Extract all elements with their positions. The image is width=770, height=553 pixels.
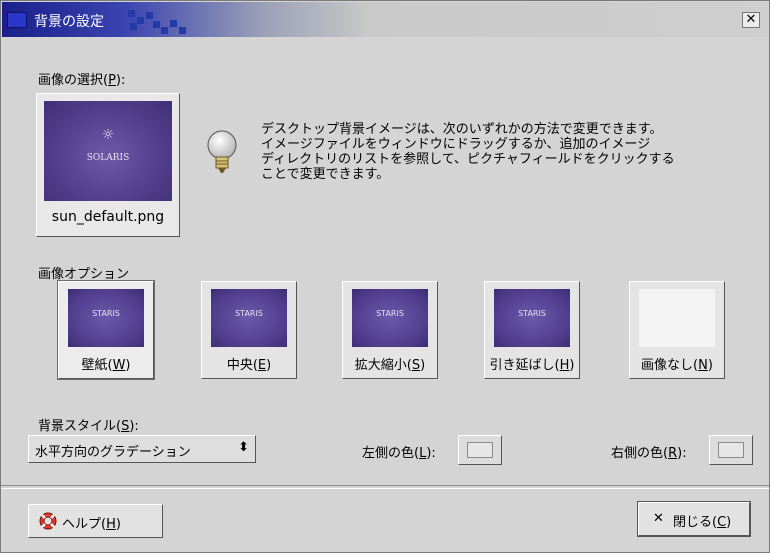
option-thumbnail: STARIS <box>211 289 287 347</box>
spinner-arrows-icon: ⬍ <box>238 440 249 455</box>
right-color-swatch <box>718 442 744 458</box>
lightbulb-icon <box>207 130 237 173</box>
thumb-text: STARIS <box>92 309 120 318</box>
background-style-value: 水平方向のグラデーション <box>35 445 191 460</box>
hint-line: ことで変更できます。 <box>261 167 390 182</box>
option-thumbnail: STARIS <box>68 289 144 347</box>
close-x-icon: ✕ <box>653 511 664 526</box>
hint-line: デスクトップ背景イメージは、次のいずれかの方法で変更できます。 <box>261 122 663 137</box>
option-label: 壁紙(W) <box>81 358 131 373</box>
option-center-button[interactable]: STARIS 中央(E) <box>201 281 297 379</box>
preview-filename: sun_default.png <box>51 209 165 225</box>
sun-logo-icon: ☼ <box>101 127 115 143</box>
background-settings-window: 背景の設定 ✕ 画像の選択(P): ☼ SOLARIS sun_default.… <box>0 0 770 553</box>
left-color-swatch <box>467 442 493 458</box>
background-style-select[interactable]: 水平方向のグラデーション ⬍ <box>28 435 256 463</box>
option-label: 引き延ばし(H) <box>489 358 575 373</box>
hint-text: デスクトップ背景イメージは、次のいずれかの方法で変更できます。 イメージファイル… <box>261 122 761 182</box>
preview-logo-text: SOLARIS <box>86 153 130 163</box>
background-style-label: 背景スタイル(S): <box>38 419 139 434</box>
hint-line: イメージファイルをウィンドウにドラッグするか、追加のイメージ <box>261 137 651 152</box>
option-label: 画像なし(N) <box>641 358 713 373</box>
thumb-text: STARIS <box>518 309 546 318</box>
title-bar[interactable]: 背景の設定 ✕ <box>2 2 768 37</box>
window-menu-icon[interactable] <box>7 12 27 28</box>
help-lifebuoy-icon <box>39 512 57 530</box>
picture-section-label: 画像の選択(P): <box>38 73 126 88</box>
close-button[interactable]: ✕ 閉じる(C) <box>637 501 751 537</box>
option-label: 拡大縮小(S) <box>354 358 426 373</box>
option-none-button[interactable]: 画像なし(N) <box>629 281 725 379</box>
picture-preview-button[interactable]: ☼ SOLARIS sun_default.png <box>36 93 180 237</box>
thumb-text: STARIS <box>376 309 404 318</box>
option-scale-button[interactable]: STARIS 拡大縮小(S) <box>342 281 438 379</box>
option-thumbnail: STARIS <box>494 289 570 347</box>
left-color-button[interactable] <box>458 435 502 465</box>
option-wallpaper-button[interactable]: STARIS 壁紙(W) <box>57 280 155 380</box>
preview-image: ☼ SOLARIS <box>44 101 172 201</box>
help-button[interactable]: ヘルプ(H) <box>28 504 163 538</box>
hint-line: ディレクトリのリストを参照して、ピクチャフィールドをクリックする <box>261 152 675 167</box>
close-button-label: 閉じる(C) <box>673 515 732 530</box>
left-color-label: 左側の色(L): <box>362 446 436 461</box>
titlebar-decoration <box>128 8 198 34</box>
window-title: 背景の設定 <box>34 14 104 30</box>
option-thumbnail <box>639 289 715 347</box>
separator <box>1 485 769 489</box>
option-stretch-button[interactable]: STARIS 引き延ばし(H) <box>484 281 580 379</box>
help-button-label: ヘルプ(H) <box>62 517 121 532</box>
thumb-text: STARIS <box>235 309 263 318</box>
option-label: 中央(E) <box>226 358 272 373</box>
close-window-icon[interactable]: ✕ <box>742 12 760 28</box>
option-thumbnail: STARIS <box>352 289 428 347</box>
right-color-label: 右側の色(R): <box>611 446 687 461</box>
right-color-button[interactable] <box>709 435 753 465</box>
picture-options-label: 画像オプション <box>38 267 130 282</box>
